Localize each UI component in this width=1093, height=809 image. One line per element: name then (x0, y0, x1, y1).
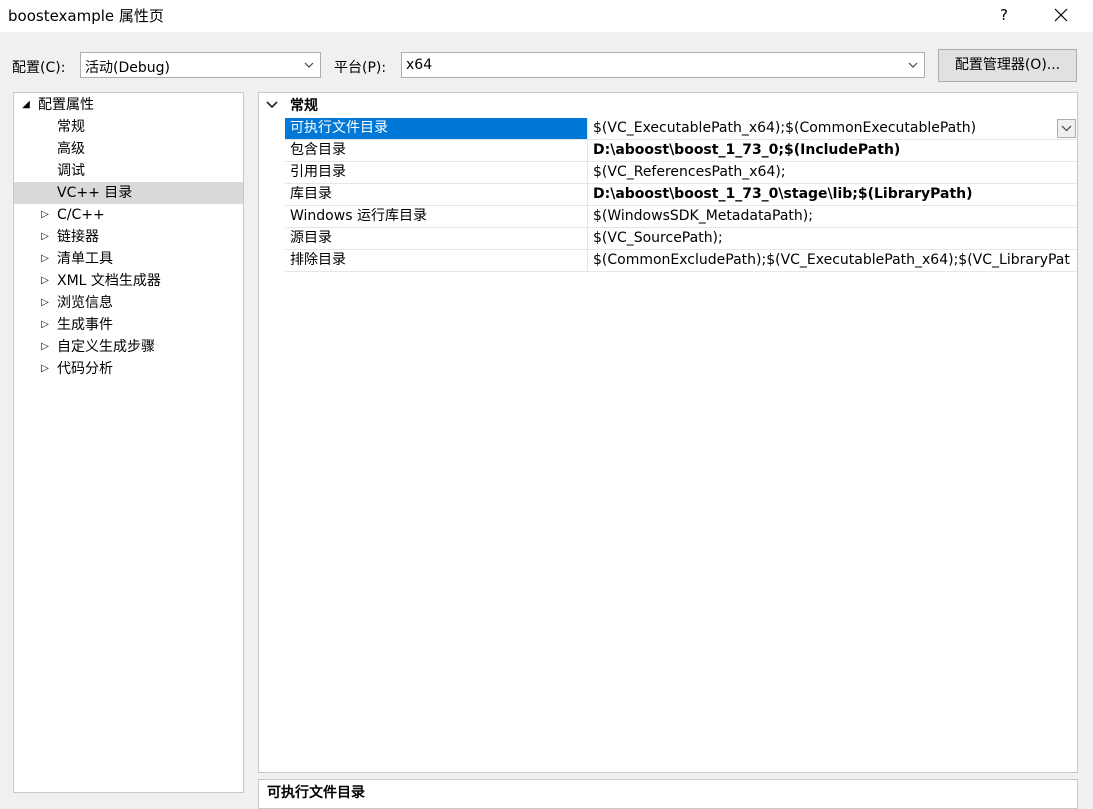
chevron-down-icon (1061, 125, 1072, 132)
tree-item-label: VC++ 目录 (57, 185, 133, 201)
platform-label: 平台(P): (334, 60, 387, 76)
tree-item-linker[interactable]: ▷ 链接器 (14, 226, 243, 248)
platform-select-value: x64 (406, 57, 433, 73)
property-row-winrt-library-dirs[interactable]: Windows 运行库目录 $(WindowsSDK_MetadataPath)… (285, 206, 1077, 228)
property-row-include-dirs[interactable]: 包含目录 D:\aboost\boost_1_73_0;$(IncludePat… (285, 140, 1077, 162)
description-panel: 可执行文件目录 (258, 779, 1078, 809)
property-value[interactable]: D:\aboost\boost_1_73_0\stage\lib;$(Libra… (589, 184, 1077, 205)
title-bar: boostexample 属性页 ? (0, 0, 1093, 32)
property-name: 可执行文件目录 (285, 118, 588, 139)
property-name: 包含目录 (285, 140, 588, 161)
config-select-value: 活动(Debug) (85, 60, 170, 76)
tree-item-manifest-tool[interactable]: ▷ 清单工具 (14, 248, 243, 270)
tree-item-label: 浏览信息 (57, 295, 113, 311)
platform-select[interactable]: x64 (401, 52, 925, 78)
collapsed-triangle-icon[interactable]: ▷ (38, 336, 52, 358)
property-row-source-dirs[interactable]: 源目录 $(VC_SourcePath); (285, 228, 1077, 250)
tree-item-label: 调试 (57, 163, 85, 179)
expanded-triangle-icon[interactable]: ◢ (19, 94, 33, 116)
tree-item-label: 生成事件 (57, 317, 113, 333)
property-row-executable-dirs[interactable]: 可执行文件目录 $(VC_ExecutablePath_x64);$(Commo… (285, 118, 1077, 140)
property-value[interactable]: $(VC_ExecutablePath_x64);$(CommonExecuta… (589, 118, 1077, 139)
collapsed-triangle-icon[interactable]: ▷ (38, 204, 52, 226)
property-tree: ◢ 配置属性 常规 高级 调试 VC++ 目录 ▷ C/C++ ▷ 链接器 ▷ … (13, 92, 244, 793)
collapsed-triangle-icon[interactable]: ▷ (38, 292, 52, 314)
tree-item-custom-build-step[interactable]: ▷ 自定义生成步骤 (14, 336, 243, 358)
configuration-manager-button[interactable]: 配置管理器(O)... (938, 49, 1077, 82)
chevron-down-icon (304, 62, 314, 68)
description-title: 可执行文件目录 (267, 785, 365, 801)
chevron-down-icon (908, 62, 918, 68)
property-value[interactable]: D:\aboost\boost_1_73_0;$(IncludePath) (589, 140, 1077, 161)
tree-item-label: 常规 (57, 119, 85, 135)
tree-item-general[interactable]: 常规 (14, 116, 243, 138)
tree-item-label: XML 文档生成器 (57, 273, 161, 289)
window-title: boostexample 属性页 (8, 7, 164, 25)
property-value[interactable]: $(WindowsSDK_MetadataPath); (589, 206, 1077, 227)
tree-item-vc-directories[interactable]: VC++ 目录 (14, 182, 243, 204)
property-name: 源目录 (285, 228, 588, 249)
tree-item-c-cpp[interactable]: ▷ C/C++ (14, 204, 243, 226)
collapsed-triangle-icon[interactable]: ▷ (38, 270, 52, 292)
property-value[interactable]: $(VC_SourcePath); (589, 228, 1077, 249)
property-row-reference-dirs[interactable]: 引用目录 $(VC_ReferencesPath_x64); (285, 162, 1077, 184)
tree-item-code-analysis[interactable]: ▷ 代码分析 (14, 358, 243, 380)
collapsed-triangle-icon[interactable]: ▷ (38, 248, 52, 270)
close-icon (1054, 8, 1068, 22)
tree-item-label: C/C++ (57, 207, 105, 223)
property-name: 排除目录 (285, 250, 588, 271)
collapsed-triangle-icon[interactable]: ▷ (38, 226, 52, 248)
tree-item-label: 配置属性 (38, 97, 94, 113)
property-grid: 常规 可执行文件目录 $(VC_ExecutablePath_x64);$(Co… (258, 92, 1078, 773)
tree-item-label: 链接器 (57, 229, 99, 245)
property-row-library-dirs[interactable]: 库目录 D:\aboost\boost_1_73_0\stage\lib;$(L… (285, 184, 1077, 206)
help-button[interactable]: ? (993, 2, 1015, 28)
chevron-down-icon[interactable] (264, 95, 280, 115)
property-row-exclude-dirs[interactable]: 排除目录 $(CommonExcludePath);$(VC_Executabl… (285, 250, 1077, 272)
tree-item-label: 高级 (57, 141, 85, 157)
property-value[interactable]: $(CommonExcludePath);$(VC_ExecutablePath… (589, 250, 1077, 271)
config-select[interactable]: 活动(Debug) (80, 52, 321, 78)
property-value[interactable]: $(VC_ReferencesPath_x64); (589, 162, 1077, 183)
tree-item-label: 代码分析 (57, 361, 113, 377)
tree-item-label: 清单工具 (57, 251, 113, 267)
property-name: 库目录 (285, 184, 588, 205)
tree-item-config-properties[interactable]: ◢ 配置属性 (14, 94, 243, 116)
collapsed-triangle-icon[interactable]: ▷ (38, 314, 52, 336)
collapsed-triangle-icon[interactable]: ▷ (38, 358, 52, 380)
close-button[interactable] (1046, 2, 1076, 28)
value-dropdown-button[interactable] (1057, 119, 1076, 138)
tree-item-label: 自定义生成步骤 (57, 339, 155, 355)
config-label: 配置(C): (12, 60, 66, 76)
tree-item-browse-information[interactable]: ▷ 浏览信息 (14, 292, 243, 314)
tree-item-advanced[interactable]: 高级 (14, 138, 243, 160)
tree-item-xml-doc-generator[interactable]: ▷ XML 文档生成器 (14, 270, 243, 292)
tree-item-build-events[interactable]: ▷ 生成事件 (14, 314, 243, 336)
tree-item-debugging[interactable]: 调试 (14, 160, 243, 182)
category-label: 常规 (290, 98, 318, 114)
property-name: Windows 运行库目录 (285, 206, 588, 227)
category-header[interactable]: 常规 (259, 93, 1077, 118)
property-name: 引用目录 (285, 162, 588, 183)
